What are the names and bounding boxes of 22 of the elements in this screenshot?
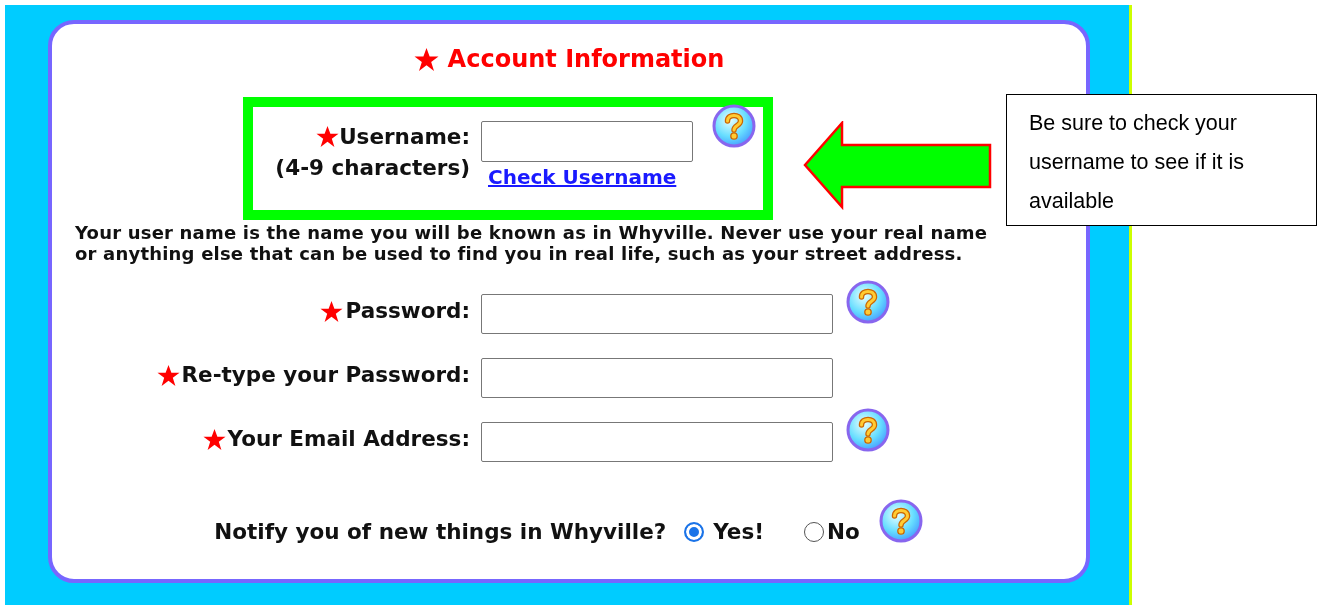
check-username-link[interactable]: Check Username: [488, 165, 677, 189]
field-label: Username:: [339, 123, 470, 151]
text-field[interactable]: [481, 294, 833, 334]
question-label: Notify you of new things in Whyville?: [214, 518, 667, 545]
section-title: Account Information: [447, 44, 725, 74]
radio-button[interactable]: [804, 522, 824, 542]
field-label: Your Email Address:: [227, 425, 470, 453]
option-label: Yes!: [713, 519, 764, 545]
option-label: No: [827, 519, 860, 545]
username-note: Your user name is the name you will be known as in Whyville. Never use your real name or anything else that can be used to find you in real life, such as your street address.: [75, 222, 989, 264]
field-label: Re-type your Password:: [181, 361, 470, 389]
radio-button[interactable]: [684, 522, 705, 542]
field-label: Password:: [345, 297, 470, 325]
text-field[interactable]: [481, 358, 833, 398]
help-icon[interactable]: [845, 407, 891, 453]
username-field[interactable]: [481, 121, 693, 162]
help-icon[interactable]: [877, 498, 924, 544]
help-icon[interactable]: [711, 103, 757, 149]
callout-note: Be sure to check your username to see if it is available: [1006, 94, 1317, 226]
text-field[interactable]: [481, 422, 833, 462]
help-icon[interactable]: [845, 279, 891, 325]
field-hint: (4-9 characters): [275, 154, 470, 182]
